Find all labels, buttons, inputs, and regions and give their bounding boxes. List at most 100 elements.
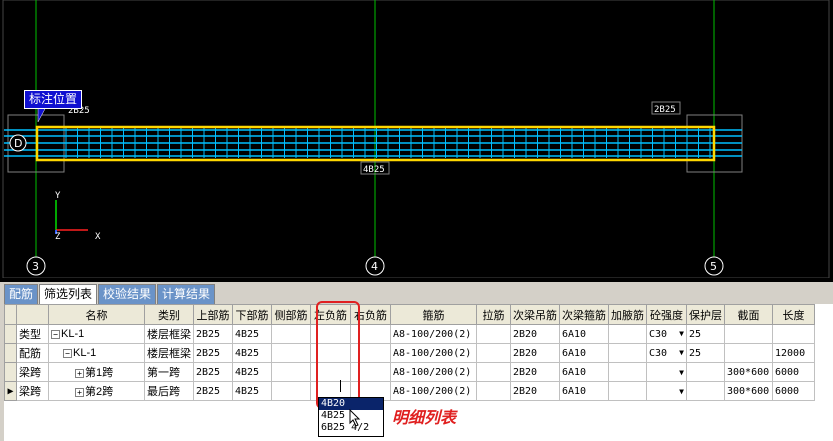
cell-name[interactable]: + 第1跨 xyxy=(48,362,145,382)
cell-hanger[interactable]: 2B20 xyxy=(510,381,560,401)
col-header-side-rebar[interactable]: 侧部筋 xyxy=(271,304,311,325)
cell-tie[interactable] xyxy=(476,343,511,363)
cell-hanger[interactable]: 2B20 xyxy=(510,324,560,344)
cell-length[interactable]: 6000 xyxy=(772,362,815,382)
cell-section[interactable] xyxy=(724,343,773,363)
table-row[interactable]: 类型 − KL-1 楼层框梁 2B25 4B25 A8-100/200(2) 2B20 6A10… xyxy=(4,324,815,344)
beam-label-bottom: 4B25 xyxy=(363,165,385,175)
cell-sec-stirrup[interactable]: 6A10 xyxy=(559,362,609,382)
cell-name[interactable]: − KL-1 xyxy=(48,343,145,363)
cell-haunch[interactable] xyxy=(608,381,647,401)
col-header-stirrup[interactable]: 箍筋 xyxy=(390,304,477,325)
cell-concrete[interactable]: C30 ▼ xyxy=(646,343,687,363)
cell-section[interactable]: 300*600 xyxy=(724,362,773,382)
col-header-concrete[interactable]: 砼强度 xyxy=(646,304,687,325)
cell-length[interactable]: 12000 xyxy=(772,343,815,363)
table-row[interactable]: ▶ 梁跨 + 第2跨 最后跨 2B25 4B25 A8-100/200(2) 2B20 6A10 ▼… xyxy=(4,381,815,401)
chevron-down-icon[interactable]: ▼ xyxy=(679,387,684,396)
cell-hanger[interactable]: 2B20 xyxy=(510,343,560,363)
cell-tie[interactable] xyxy=(476,362,511,382)
col-header-sec-stirrup[interactable]: 次梁箍筋 xyxy=(559,304,609,325)
col-header-name[interactable]: 名称 xyxy=(48,304,145,325)
col-header-hanger[interactable]: 次梁吊筋 xyxy=(510,304,560,325)
cell-hanger[interactable]: 2B20 xyxy=(510,362,560,382)
cell-stirrup[interactable]: A8-100/200(2) xyxy=(390,324,477,344)
cell-name[interactable]: + 第2跨 xyxy=(48,381,145,401)
col-header-cover[interactable]: 保护层 xyxy=(686,304,725,325)
cell-top-rebar[interactable]: 2B25 xyxy=(193,362,233,382)
tab-calc-results[interactable]: 计算结果 xyxy=(157,284,216,304)
cell-top-rebar[interactable]: 2B25 xyxy=(193,324,233,344)
cell-type: 梁跨 xyxy=(16,381,49,401)
tree-toggle-icon[interactable]: − xyxy=(51,329,60,339)
cell-cover[interactable] xyxy=(686,381,725,401)
cell-length[interactable] xyxy=(772,324,815,344)
chevron-down-icon[interactable]: ▼ xyxy=(679,329,684,338)
cell-concrete[interactable]: ▼ xyxy=(646,362,687,382)
row-indicator[interactable] xyxy=(4,362,17,382)
chevron-down-icon[interactable]: ▼ xyxy=(679,368,684,377)
callout-label: 标注位置 xyxy=(24,90,83,109)
tab-filter-list[interactable]: 筛选列表 xyxy=(39,284,98,305)
tree-toggle-icon[interactable]: + xyxy=(75,387,84,397)
cell-length[interactable]: 6000 xyxy=(772,381,815,401)
cell-bottom-rebar[interactable]: 4B25 xyxy=(232,324,272,344)
col-header-top-rebar[interactable]: 上部筋 xyxy=(193,304,233,325)
cell-section[interactable] xyxy=(724,324,773,344)
col-header-category[interactable]: 类别 xyxy=(144,304,194,325)
cell-category[interactable]: 楼层框梁 xyxy=(144,343,194,363)
cell-bottom-rebar[interactable]: 4B25 xyxy=(232,362,272,382)
cell-haunch[interactable] xyxy=(608,343,647,363)
row-name: KL-1 xyxy=(61,328,85,340)
cad-drawing-canvas[interactable]: 2B25 2B25 4B25 D 3 4 5 Y X Z 标注位置 xyxy=(0,0,833,278)
cell-tie[interactable] xyxy=(476,381,511,401)
col-header-bottom-rebar[interactable]: 下部筋 xyxy=(232,304,272,325)
cell-concrete[interactable]: ▼ xyxy=(646,381,687,401)
cell-stirrup[interactable]: A8-100/200(2) xyxy=(390,362,477,382)
tree-toggle-icon[interactable]: − xyxy=(63,348,72,358)
row-indicator[interactable]: ▶ xyxy=(4,381,17,401)
cell-sec-stirrup[interactable]: 6A10 xyxy=(559,381,609,401)
detail-table: 名称 类别 上部筋 下部筋 侧部筋 左负筋 右负筋 箍筋 拉筋 次梁吊筋 次梁箍… xyxy=(4,304,815,401)
cell-cover[interactable]: 25 xyxy=(686,343,725,363)
col-header-tie[interactable]: 拉筋 xyxy=(476,304,511,325)
tab-check-results[interactable]: 校验结果 xyxy=(98,284,157,304)
cell-cover[interactable]: 25 xyxy=(686,324,725,344)
chevron-down-icon[interactable]: ▼ xyxy=(679,348,684,357)
cell-top-rebar[interactable]: 2B25 xyxy=(193,381,233,401)
row-indicator[interactable] xyxy=(4,343,17,363)
row-axis-label: D xyxy=(14,137,22,150)
cell-stirrup[interactable]: A8-100/200(2) xyxy=(390,343,477,363)
cad-drawing: 2B25 2B25 4B25 D 3 4 5 Y X Z xyxy=(2,0,830,278)
table-row[interactable]: 梁跨 + 第1跨 第一跨 2B25 4B25 A8-100/200(2) 2B20 6A10 ▼ 3… xyxy=(4,362,815,382)
cell-category[interactable]: 楼层框梁 xyxy=(144,324,194,344)
cell-category[interactable]: 第一跨 xyxy=(144,362,194,382)
cell-stirrup[interactable]: A8-100/200(2) xyxy=(390,381,477,401)
ucs-z-label: Z xyxy=(55,232,61,242)
cell-section[interactable]: 300*600 xyxy=(724,381,773,401)
table-row[interactable]: 配筋 − KL-1 楼层框梁 2B25 4B25 A8-100/200(2) 2B20 6A10… xyxy=(4,343,815,363)
cell-side-rebar[interactable] xyxy=(271,362,311,382)
tab-rebar[interactable]: 配筋 xyxy=(4,284,39,304)
row-indicator[interactable] xyxy=(4,324,17,344)
cell-sec-stirrup[interactable]: 6A10 xyxy=(559,343,609,363)
cell-cover[interactable] xyxy=(686,362,725,382)
tree-toggle-icon[interactable]: + xyxy=(75,368,84,378)
cell-tie[interactable] xyxy=(476,324,511,344)
cell-category[interactable]: 最后跨 xyxy=(144,381,194,401)
cell-concrete[interactable]: C30 ▼ xyxy=(646,324,687,344)
cell-top-rebar[interactable]: 2B25 xyxy=(193,343,233,363)
cell-side-rebar[interactable] xyxy=(271,343,311,363)
cell-haunch[interactable] xyxy=(608,324,647,344)
cell-sec-stirrup[interactable]: 6A10 xyxy=(559,324,609,344)
col-header-section[interactable]: 截面 xyxy=(724,304,773,325)
cell-side-rebar[interactable] xyxy=(271,324,311,344)
cell-bottom-rebar[interactable]: 4B25 xyxy=(232,343,272,363)
cell-haunch[interactable] xyxy=(608,362,647,382)
ucs-y-label: Y xyxy=(55,191,61,201)
col-header-length[interactable]: 长度 xyxy=(772,304,815,325)
col-header-haunch[interactable]: 加腋筋 xyxy=(608,304,647,325)
cell-side-rebar[interactable] xyxy=(271,381,311,401)
cell-name[interactable]: − KL-1 xyxy=(48,324,145,344)
cell-bottom-rebar[interactable]: 4B25 xyxy=(232,381,272,401)
